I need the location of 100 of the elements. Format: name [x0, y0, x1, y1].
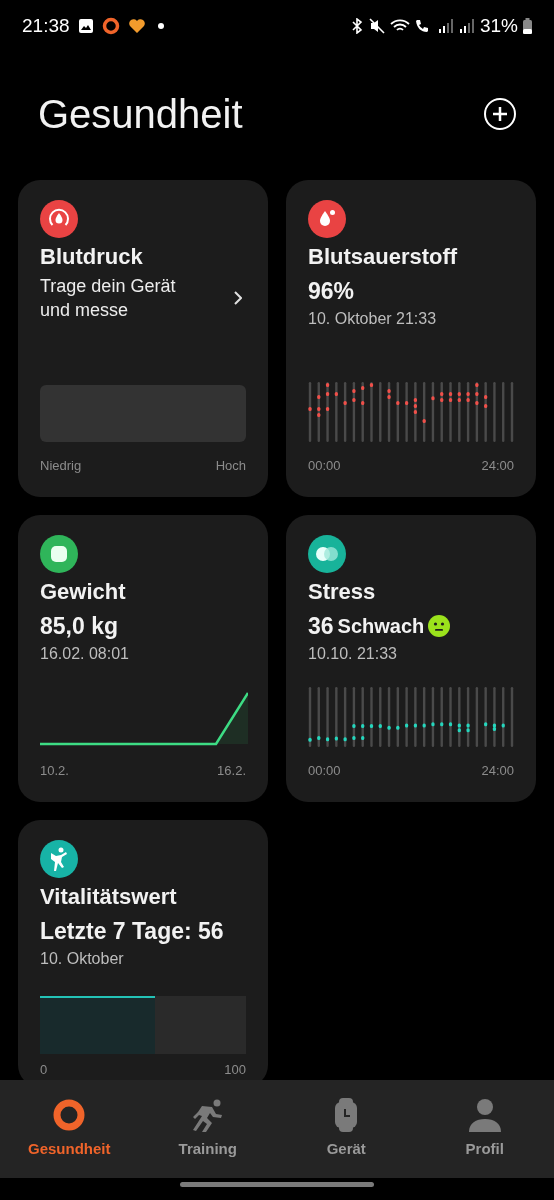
- dot-column: [502, 381, 505, 442]
- dot-column: [405, 381, 409, 442]
- dot-column: [334, 686, 338, 747]
- nav-tab[interactable]: Gesundheit: [0, 1080, 139, 1178]
- dot-column: [325, 381, 330, 442]
- dot-column: [387, 381, 391, 442]
- page-title: Gesundheit: [38, 91, 243, 138]
- dot-column: [396, 686, 400, 747]
- dot-column: [308, 686, 312, 747]
- running-figure-icon: [40, 840, 78, 878]
- dot-column: [457, 381, 461, 442]
- dot-column: [493, 381, 496, 442]
- dot-column: [334, 381, 338, 442]
- add-button[interactable]: [484, 98, 516, 130]
- dot-column: [343, 686, 347, 747]
- dot-column: [378, 686, 382, 747]
- dot-column: [510, 686, 514, 747]
- dot-column: [387, 686, 391, 747]
- card-timestamp: 10. Oktober 21:33: [308, 309, 438, 329]
- dot-column: [466, 686, 470, 747]
- nav-tab[interactable]: Training: [138, 1080, 277, 1178]
- axis-label: Hoch: [215, 456, 246, 475]
- nav-tab[interactable]: Profil: [415, 1080, 554, 1178]
- dot-column: [484, 686, 488, 747]
- card-title: Blutsauerstoff: [308, 243, 459, 271]
- heart-icon: [127, 18, 146, 34]
- scale-icon: [40, 535, 78, 573]
- card-value: 36: [308, 612, 334, 641]
- dot-column: [369, 381, 374, 442]
- dot-column: [448, 686, 453, 747]
- card-title: Vitalitätswert: [40, 883, 178, 911]
- dot-column: [431, 381, 435, 442]
- dot-column: [325, 686, 330, 747]
- card-timestamp: 10.10. 21:33: [308, 644, 398, 664]
- plus-icon: [492, 106, 508, 122]
- dot-column: [405, 686, 409, 747]
- signal-icon: [437, 18, 454, 34]
- dot-column: [466, 381, 470, 442]
- bluetooth-icon: [349, 18, 364, 34]
- dot-icon: [157, 23, 164, 29]
- card-timestamp: 16.02. 08:01: [40, 644, 130, 664]
- dot-column: [422, 686, 426, 747]
- dot-column: [422, 381, 426, 442]
- card-message: Trage dein Gerät und messe: [40, 275, 177, 322]
- dot-column: [317, 381, 321, 442]
- dot-column: [343, 381, 347, 442]
- dot-column: [361, 686, 365, 747]
- dot-column: [308, 381, 312, 442]
- neutral-face-icon: [428, 615, 451, 637]
- bubbles-icon: [308, 535, 346, 573]
- battery-icon: [523, 18, 532, 34]
- dot-column: [457, 686, 461, 747]
- card-timestamp: 10. Oktober: [40, 949, 125, 969]
- dot-column: [361, 381, 365, 442]
- axis-label: 24:00: [481, 456, 514, 475]
- battery-percent: 31%: [479, 13, 518, 38]
- card-value: Letzte 7 Tage: 56: [40, 917, 224, 946]
- axis-label: 0: [40, 1060, 48, 1079]
- axis-label: 00:00: [308, 456, 341, 475]
- dot-column: [431, 686, 435, 747]
- card-value: 96%: [308, 277, 355, 306]
- health-card[interactable]: Blutsauerstoff 96% 10. Oktober 21:33 00:00 24:00: [286, 180, 536, 497]
- axis-label: 16.2.: [217, 761, 246, 780]
- mute-icon: [368, 18, 385, 34]
- health-card[interactable]: Vitalitätswert Letzte 7 Tage: 56 10. Oktober 0 100: [18, 820, 268, 1080]
- dot-column: [475, 686, 479, 747]
- chevron-right-icon: [234, 291, 242, 305]
- ring-icon: [101, 17, 120, 35]
- dot-column: [352, 686, 356, 747]
- dot-column: [396, 381, 400, 442]
- dot-column: [492, 686, 497, 747]
- axis-label: 24:00: [481, 761, 514, 780]
- dot-column: [484, 381, 488, 442]
- dot-column: [379, 381, 382, 442]
- health-card[interactable]: Blutdruck Trage dein Gerät und messe Niedrig Hoch: [18, 180, 268, 497]
- card-title: Gewicht: [40, 578, 127, 606]
- dot-column: [317, 686, 321, 747]
- blood-drop-icon: [40, 200, 78, 238]
- axis-label: 10.2.: [40, 761, 69, 780]
- card-title: Blutdruck: [40, 243, 144, 271]
- dot-column: [501, 686, 505, 747]
- dot-column: [510, 381, 514, 442]
- dot-column: [413, 381, 417, 442]
- dot-column: [475, 381, 479, 442]
- dot-column: [413, 686, 417, 747]
- signal-icon: [458, 18, 475, 34]
- health-card[interactable]: Gewicht 85,0 kg 16.02. 08:01 10.2. 16.2.: [18, 515, 268, 802]
- dot-column: [369, 686, 374, 747]
- card-value: 85,0 kg: [40, 612, 118, 641]
- status-time: 21:38: [22, 13, 70, 38]
- nav-tab[interactable]: Gerät: [277, 1080, 416, 1178]
- stress-rating: Schwach: [337, 614, 425, 639]
- dot-column: [352, 381, 356, 442]
- health-card[interactable]: Stress 36 Schwach 10.10. 21:33 00:00 24:00: [286, 515, 536, 802]
- blood-drop-icon: [308, 200, 346, 238]
- axis-label: 00:00: [308, 761, 341, 780]
- axis-label: 100: [224, 1060, 246, 1079]
- axis-label: Niedrig: [40, 456, 82, 475]
- dot-column: [448, 381, 453, 442]
- image-icon: [77, 18, 94, 34]
